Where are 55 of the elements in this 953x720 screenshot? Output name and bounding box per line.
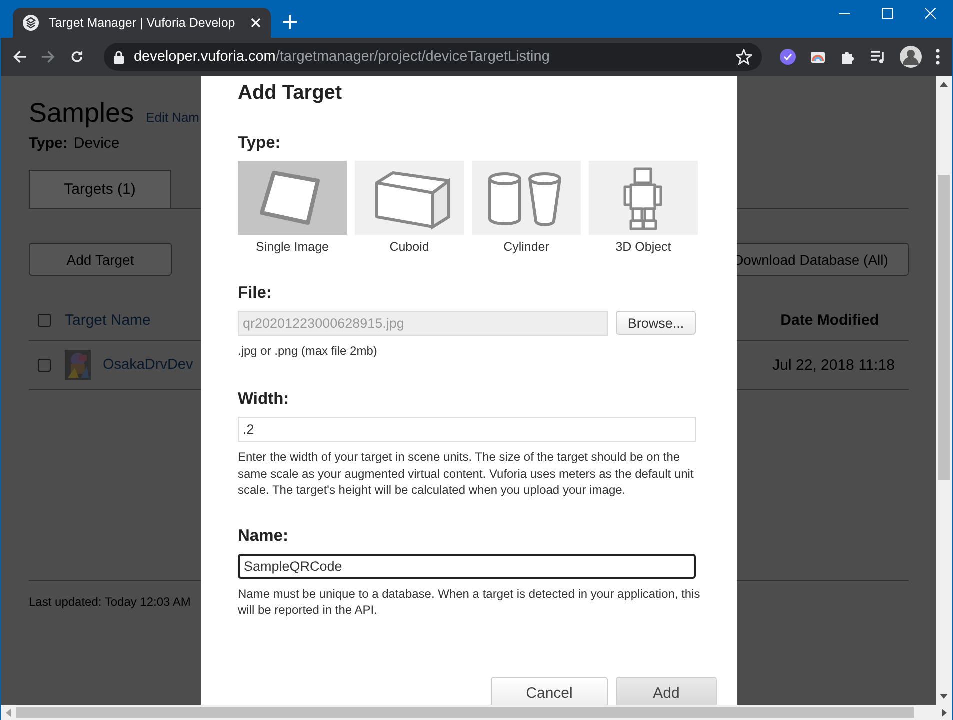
address-bar[interactable]: developer.vuforia.com/targetmanager/project/deviceTargetListing <box>104 43 762 71</box>
forward-icon[interactable] <box>41 49 56 65</box>
edit-name-link[interactable]: Edit Nam <box>146 110 200 125</box>
field-label: Type: <box>238 134 282 153</box>
target-name-link[interactable]: OsakaDrvDev <box>103 357 194 373</box>
close-icon[interactable] <box>925 8 936 19</box>
add-target-button[interactable]: Add Target <box>29 243 172 276</box>
browser-tab[interactable]: Target Manager | Vuforia Develop <box>13 8 271 38</box>
type-label: Single Image <box>256 240 329 254</box>
vertical-scrollbar[interactable] <box>936 76 952 705</box>
checkbox[interactable] <box>38 314 51 326</box>
back-icon[interactable] <box>13 49 28 65</box>
puzzle-icon[interactable] <box>840 49 856 65</box>
type-label: Cylinder <box>504 240 550 254</box>
cuboid-card-tile[interactable] <box>355 161 464 235</box>
menu-icon[interactable] <box>936 49 940 65</box>
scroll-right-icon[interactable] <box>942 708 947 716</box>
type-label: Type: <box>29 135 68 152</box>
field-label: File: <box>238 284 273 303</box>
name-input[interactable]: SampleQRCode <box>238 554 696 578</box>
rainbow-icon[interactable] <box>810 49 826 65</box>
type-label: Cuboid <box>390 240 430 254</box>
column-header[interactable]: Date Modified <box>780 312 879 328</box>
field-label: Width: <box>238 390 290 409</box>
check-circle-icon[interactable] <box>780 49 796 65</box>
table-cell: Jul 22, 2018 11:18 <box>772 356 895 374</box>
close-icon[interactable] <box>251 18 261 28</box>
checkbox[interactable] <box>38 358 51 372</box>
new-tab-icon[interactable] <box>283 15 297 29</box>
layers-icon <box>23 15 39 31</box>
hint-text: .jpg or .png (max file 2mb) <box>238 344 378 358</box>
image-card-tile[interactable] <box>238 161 347 235</box>
help-text: Enter the width of your target in scene units. The size of the target should be on the same scale as your augmented virtual content. Vuforia uses meters as the default unit scale. The target's height will be calculated when you upload your image. <box>238 449 695 498</box>
maximize-icon[interactable] <box>882 8 893 19</box>
dialog-title: Add Target <box>238 82 344 106</box>
scroll-up-icon[interactable] <box>940 82 948 87</box>
tab[interactable]: Targets (1) <box>29 170 171 208</box>
column-header[interactable]: Target Name <box>65 312 151 328</box>
scroll-down-icon[interactable] <box>940 694 948 699</box>
page-title: Samples <box>29 98 134 129</box>
cancel-button[interactable]: Cancel <box>491 676 608 705</box>
reload-icon[interactable] <box>70 49 84 65</box>
star-icon[interactable] <box>736 49 752 65</box>
type-label: 3D Object <box>616 240 672 254</box>
robot-figure-tile[interactable] <box>589 161 698 235</box>
width-input[interactable]: .2 <box>238 417 696 442</box>
field-label: Name: <box>238 526 290 546</box>
horizontal-scrollbar[interactable] <box>1 705 952 720</box>
lock-icon <box>114 50 124 64</box>
add-button[interactable]: Add <box>616 676 717 705</box>
type-value: Device <box>74 135 120 152</box>
address-text: developer.vuforia.com/targetmanager/project/deviceTargetListing <box>134 49 551 65</box>
avatar-icon[interactable] <box>900 46 922 68</box>
playlist-icon[interactable] <box>870 49 886 65</box>
cylinders-tile[interactable] <box>472 161 581 235</box>
